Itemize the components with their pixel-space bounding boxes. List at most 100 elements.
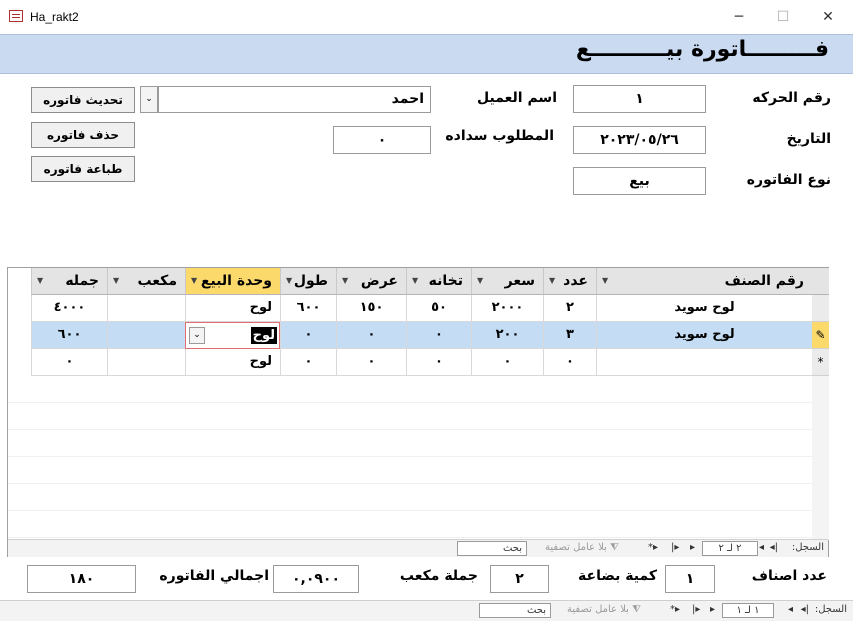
- cell-cubic[interactable]: [107, 295, 185, 322]
- first-record-button[interactable]: |◂: [770, 542, 778, 553]
- invoice-lines-datasheet: ▼ رقم الصنف ▼ عدد ▼ سعر ▼ تخانه ▼ عرض ▼ طول ▼ و…: [7, 267, 829, 557]
- invoice-total-label: اجمالي الفاتوره: [159, 568, 269, 584]
- cell-item-no[interactable]: لوح سويد: [596, 322, 812, 349]
- record-position-input[interactable]: ٢ لـ ٢: [702, 541, 758, 556]
- column-header-width[interactable]: ▼ عرض: [336, 268, 406, 295]
- title-bar: Ha_rakt2 ─ ☐ ✕: [0, 0, 853, 33]
- close-button[interactable]: ✕: [814, 6, 842, 28]
- customer-dropdown-button[interactable]: ⌄: [140, 86, 158, 113]
- cell-item-no[interactable]: لوح سويد: [596, 295, 812, 322]
- transaction-no-field[interactable]: ١: [573, 85, 706, 113]
- column-header-sale-unit[interactable]: ▼ وحدة البيع: [185, 268, 280, 295]
- item-count-field[interactable]: ١: [665, 565, 715, 593]
- column-header-length[interactable]: ▼ طول: [280, 268, 336, 295]
- cell-thickness[interactable]: ٥٠: [406, 295, 471, 322]
- window-title: Ha_rakt2: [30, 10, 79, 24]
- record-label: السجل:: [791, 542, 824, 553]
- cell-sale-unit[interactable]: لوح: [185, 295, 280, 322]
- invoice-type-label: نوع الفاتوره: [746, 172, 831, 188]
- last-record-button[interactable]: ▸|: [671, 542, 679, 553]
- maximize-button[interactable]: ☐: [769, 6, 797, 28]
- previous-record-button[interactable]: ◂: [788, 604, 793, 615]
- sort-arrow-icon: ▼: [37, 276, 44, 285]
- filter-icon: ⧩: [610, 542, 620, 553]
- filter-icon: ⧩: [632, 604, 642, 615]
- row-selector[interactable]: [812, 295, 829, 322]
- update-invoice-button[interactable]: تحديث فاتوره: [31, 87, 135, 113]
- datasheet-navigation-bar: السجل: |◂ ◂ ٢ لـ ٢ ▸ ▸| ▸* ⧩ بلا عامل تص…: [8, 539, 828, 557]
- chevron-down-icon: ⌄: [193, 330, 201, 340]
- sale-unit-dropdown-button[interactable]: ⌄: [189, 327, 205, 344]
- delete-invoice-button[interactable]: حذف فاتوره: [31, 122, 135, 148]
- cell-total[interactable]: ٤٠٠٠: [31, 295, 107, 322]
- cell-price[interactable]: ٢٠٠: [471, 322, 543, 349]
- cell-width[interactable]: ٠: [336, 322, 406, 349]
- cubic-total-field[interactable]: ٢: [490, 565, 549, 593]
- last-record-button[interactable]: ▸|: [692, 604, 700, 615]
- sort-arrow-icon: ▼: [549, 276, 556, 285]
- row-selector-editing[interactable]: ✎: [812, 322, 829, 349]
- first-record-button[interactable]: |◂: [801, 604, 809, 615]
- search-box[interactable]: بحث: [479, 603, 551, 618]
- invoice-type-field[interactable]: بيع: [573, 167, 706, 195]
- sort-arrow-icon: ▼: [191, 276, 198, 285]
- cell-length[interactable]: ٦٠٠: [280, 295, 336, 322]
- due-label: المطلوب سداده: [445, 128, 554, 144]
- cell-total[interactable]: ٦٠٠: [31, 322, 107, 349]
- column-header-item-no[interactable]: ▼ رقم الصنف: [596, 268, 812, 295]
- filter-status[interactable]: ⧩ بلا عامل تصفية: [545, 542, 619, 553]
- previous-record-button[interactable]: ◂: [759, 542, 764, 553]
- next-record-button[interactable]: ▸: [690, 542, 695, 553]
- new-record-button[interactable]: ▸*: [648, 542, 658, 553]
- cell-width[interactable]: ١٥٠: [336, 295, 406, 322]
- due-field[interactable]: ٠: [333, 126, 431, 154]
- cell-count[interactable]: ٢: [543, 295, 596, 322]
- cell-cubic[interactable]: [107, 322, 185, 349]
- cell-price[interactable]: ٢٠٠٠: [471, 295, 543, 322]
- customer-field[interactable]: احمد: [158, 86, 431, 113]
- column-header-price[interactable]: ▼ سعر: [471, 268, 543, 295]
- date-label: التاريخ: [786, 131, 831, 147]
- select-all-corner[interactable]: [812, 268, 829, 295]
- cell-width[interactable]: ٠: [336, 349, 406, 376]
- cell-sale-unit[interactable]: لوح: [185, 349, 280, 376]
- quantity-label: كمية بضاعة: [578, 568, 657, 584]
- cell-total[interactable]: ٠: [31, 349, 107, 376]
- form-navigation-bar: السجل: |◂ ◂ ١ لـ ١ ▸ ▸| ▸* ⧩ بلا عامل تص…: [0, 600, 853, 621]
- sort-arrow-icon: ▼: [286, 276, 293, 285]
- invoice-total-field[interactable]: ١٨٠: [27, 565, 136, 593]
- column-header-count[interactable]: ▼ عدد: [543, 268, 596, 295]
- chevron-down-icon: ⌄: [145, 94, 153, 104]
- sale-unit-combo-active[interactable]: ⌄ لوح: [185, 322, 280, 349]
- form-title: فـــــــــاتورة بيــــــــــع: [575, 37, 829, 62]
- new-row-selector[interactable]: *: [812, 349, 829, 376]
- pencil-icon: ✎: [815, 328, 826, 342]
- sort-arrow-icon: ▼: [342, 276, 349, 285]
- filter-status[interactable]: ⧩ بلا عامل تصفية: [567, 604, 641, 615]
- new-record-button[interactable]: ▸*: [670, 604, 680, 615]
- next-record-button[interactable]: ▸: [710, 604, 715, 615]
- cell-cubic[interactable]: [107, 349, 185, 376]
- form-header: فـــــــــاتورة بيــــــــــع: [0, 34, 853, 74]
- sort-arrow-icon: ▼: [477, 276, 484, 285]
- print-invoice-button[interactable]: طباعة فاتوره: [31, 156, 135, 182]
- cubic-value-field[interactable]: ٠,٠٩٠٠: [273, 565, 359, 593]
- sort-arrow-icon: ▼: [412, 276, 419, 285]
- cell-length[interactable]: ٠: [280, 322, 336, 349]
- column-header-total[interactable]: ▼ جمله: [31, 268, 107, 295]
- empty-grid-area: [8, 376, 812, 540]
- cell-length[interactable]: ٠: [280, 349, 336, 376]
- column-header-cubic[interactable]: ▼ مكعب: [107, 268, 185, 295]
- cell-count[interactable]: ٣: [543, 322, 596, 349]
- cell-price[interactable]: ٠: [471, 349, 543, 376]
- cell-count[interactable]: ٠: [543, 349, 596, 376]
- vertical-scroll-track[interactable]: [812, 376, 829, 540]
- record-position-input[interactable]: ١ لـ ١: [722, 603, 774, 618]
- date-field[interactable]: ٢٠٢٣/٠٥/٢٦: [573, 126, 706, 154]
- cell-item-no[interactable]: [596, 349, 812, 376]
- column-header-thickness[interactable]: ▼ تخانه: [406, 268, 471, 295]
- search-box[interactable]: بحث: [457, 541, 527, 556]
- minimize-button[interactable]: ─: [725, 6, 753, 28]
- cell-thickness[interactable]: ٠: [406, 349, 471, 376]
- cell-thickness[interactable]: ٠: [406, 322, 471, 349]
